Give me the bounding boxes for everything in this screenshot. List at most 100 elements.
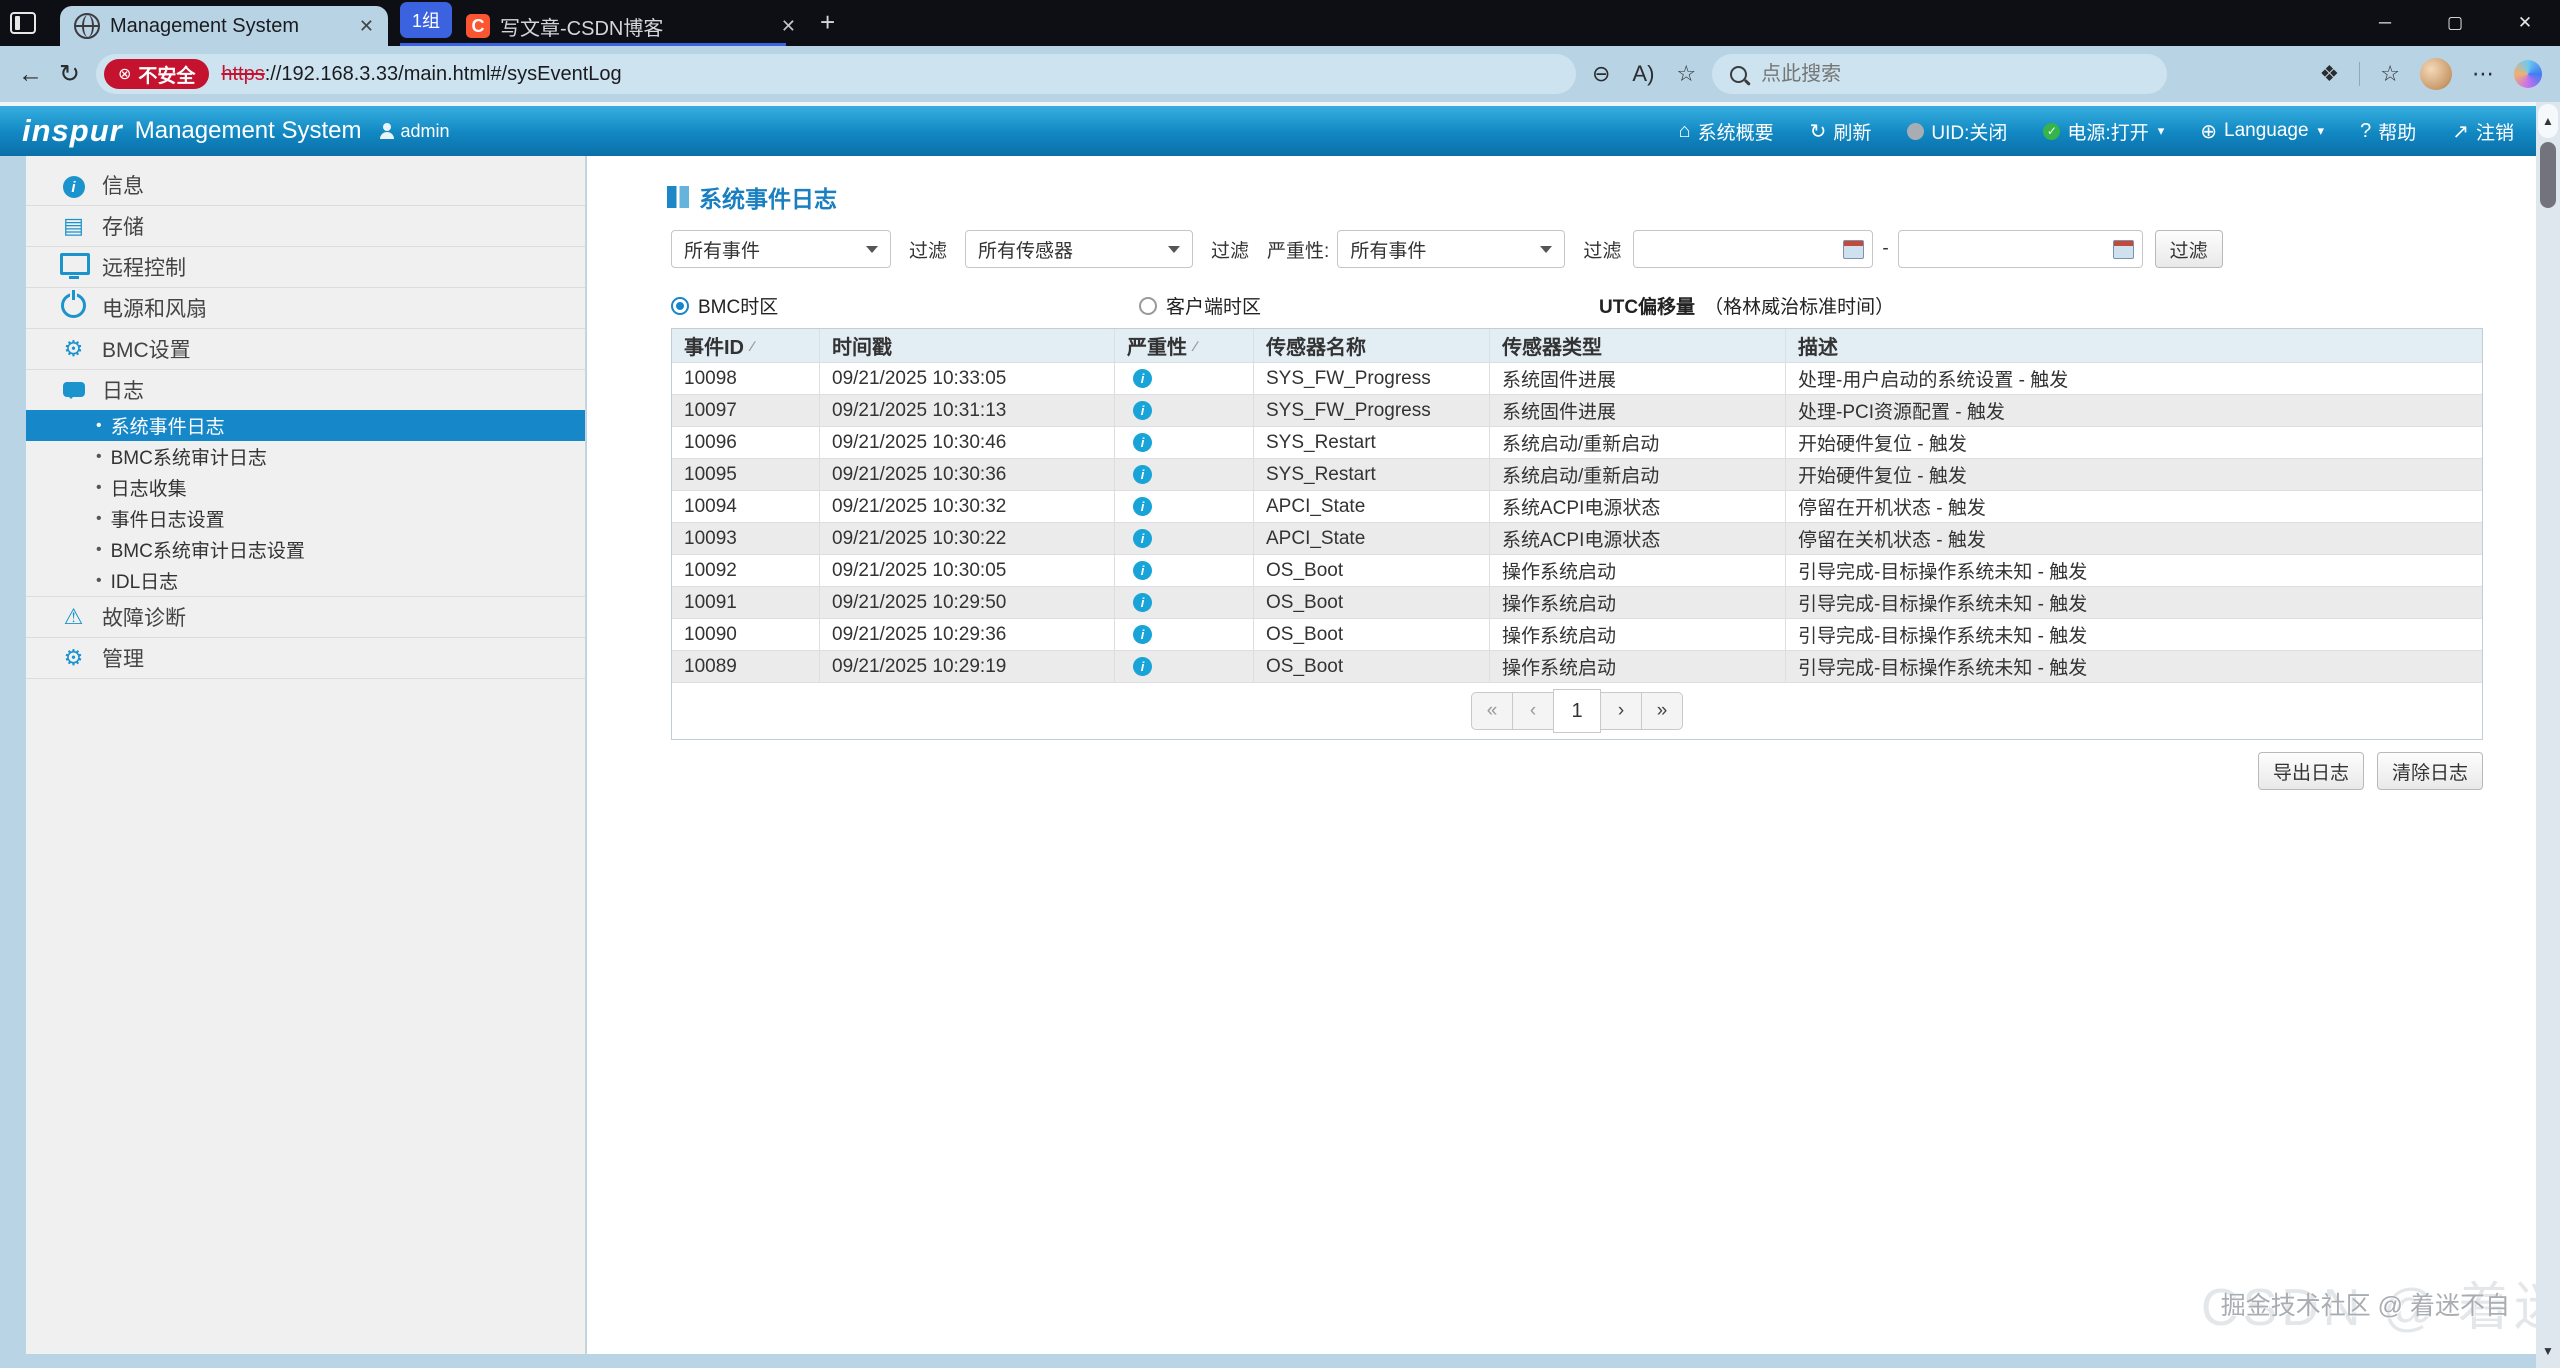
nav-language[interactable]: ⊕ Language ▾ bbox=[2200, 119, 2324, 144]
favorites-hub-icon[interactable]: ☆ bbox=[2380, 61, 2400, 87]
sidebar-subitem-label: 系统事件日志 bbox=[111, 412, 225, 439]
clear-log-button[interactable]: 清除日志 bbox=[2377, 752, 2483, 790]
table-row[interactable]: 10093 09/21/2025 10:30:22 i APCI_State 系… bbox=[672, 522, 2482, 554]
date-to-input[interactable] bbox=[1898, 230, 2143, 268]
column-header-severity[interactable]: 严重性∕ bbox=[1115, 329, 1254, 362]
calendar-icon[interactable] bbox=[2113, 240, 2134, 259]
event-type-select[interactable]: 所有事件 bbox=[671, 230, 891, 268]
address-bar[interactable]: ⊗ 不安全 https://192.168.3.33/main.html#/sy… bbox=[96, 54, 1576, 94]
cell-sensor-type: 系统固件进展 bbox=[1490, 394, 1786, 426]
search-box[interactable] bbox=[1712, 54, 2167, 94]
column-header-event-id[interactable]: 事件ID∕ bbox=[672, 329, 820, 362]
extensions-icon[interactable]: ❖ bbox=[2320, 61, 2340, 87]
nav-system-overview[interactable]: ⌂ 系统概要 bbox=[1679, 118, 1774, 145]
table-row[interactable]: 10096 09/21/2025 10:30:46 i SYS_Restart … bbox=[672, 426, 2482, 458]
nav-logout[interactable]: ↗ 注销 bbox=[2452, 118, 2514, 145]
watermark-back-text: CSDN @ 着迷 bbox=[2201, 1265, 2536, 1340]
tab-group-chip[interactable]: 1组 bbox=[400, 2, 452, 38]
column-header-timestamp[interactable]: 时间戳 bbox=[820, 329, 1115, 362]
sidebar-item-bmc-audit-log-settings[interactable]: • BMC系统审计日志设置 bbox=[26, 534, 585, 565]
date-to-field[interactable] bbox=[1907, 238, 2113, 261]
refresh-icon[interactable]: ↻ bbox=[59, 59, 80, 89]
close-tab-icon[interactable]: ✕ bbox=[781, 16, 796, 37]
current-page-button[interactable]: 1 bbox=[1553, 689, 1601, 733]
table-row[interactable]: 10089 09/21/2025 10:29:19 i OS_Boot 操作系统… bbox=[672, 650, 2482, 682]
maximize-button[interactable]: ▢ bbox=[2420, 0, 2490, 46]
date-from-field[interactable] bbox=[1642, 238, 1843, 261]
profile-avatar[interactable] bbox=[2420, 58, 2452, 90]
cell-timestamp: 09/21/2025 10:30:05 bbox=[820, 554, 1115, 586]
sensor-select[interactable]: 所有传感器 bbox=[965, 230, 1193, 268]
nav-refresh[interactable]: ↻ 刷新 bbox=[1810, 118, 1872, 145]
security-badge-label: 不安全 bbox=[138, 61, 195, 88]
minimize-button[interactable]: ─ bbox=[2350, 0, 2420, 46]
scrollbar-thumb[interactable] bbox=[2540, 142, 2556, 208]
close-window-button[interactable]: ✕ bbox=[2490, 0, 2560, 46]
last-page-button[interactable]: » bbox=[1641, 692, 1683, 730]
sort-icon[interactable]: ∕ bbox=[1194, 338, 1196, 354]
new-tab-button[interactable]: + bbox=[820, 7, 835, 38]
severity-select[interactable]: 所有事件 bbox=[1337, 230, 1565, 268]
bmc-timezone-radio[interactable]: BMC时区 bbox=[671, 292, 778, 319]
sidebar-item-idl-log[interactable]: • IDL日志 bbox=[26, 565, 585, 596]
column-header-description[interactable]: 描述 bbox=[1786, 329, 2482, 362]
sidebar-item-log-collection[interactable]: • 日志收集 bbox=[26, 472, 585, 503]
sidebar-item-storage[interactable]: ▤ 存储 bbox=[26, 206, 585, 247]
zoom-out-icon[interactable]: ⊖ bbox=[1592, 61, 1610, 87]
nav-power[interactable]: ✓ 电源:打开 ▾ bbox=[2043, 118, 2164, 145]
table-row[interactable]: 10092 09/21/2025 10:30:05 i OS_Boot 操作系统… bbox=[672, 554, 2482, 586]
security-badge[interactable]: ⊗ 不安全 bbox=[104, 59, 209, 89]
table-row[interactable]: 10090 09/21/2025 10:29:36 i OS_Boot 操作系统… bbox=[672, 618, 2482, 650]
sort-icon[interactable]: ∕ bbox=[751, 338, 753, 354]
radio-checked-icon[interactable] bbox=[671, 297, 689, 315]
table-row[interactable]: 10091 09/21/2025 10:29:50 i OS_Boot 操作系统… bbox=[672, 586, 2482, 618]
tab-management-system[interactable]: Management System ✕ bbox=[60, 6, 388, 46]
first-page-button[interactable]: « bbox=[1471, 692, 1513, 730]
sidebar-item-system-event-log[interactable]: • 系统事件日志 bbox=[26, 410, 585, 441]
filter-button[interactable]: 过滤 bbox=[2155, 230, 2223, 268]
copilot-icon[interactable] bbox=[2514, 60, 2542, 88]
bullet-icon: • bbox=[96, 417, 102, 435]
nav-help[interactable]: ? 帮助 bbox=[2360, 118, 2416, 145]
scroll-down-icon[interactable]: ▼ bbox=[2538, 1338, 2558, 1364]
date-from-input[interactable] bbox=[1633, 230, 1873, 268]
search-input[interactable] bbox=[1759, 62, 2103, 87]
scroll-up-icon[interactable]: ▲ bbox=[2538, 104, 2558, 138]
next-page-button[interactable]: › bbox=[1600, 692, 1642, 730]
table-row[interactable]: 10095 09/21/2025 10:30:36 i SYS_Restart … bbox=[672, 458, 2482, 490]
sidebar-item-info[interactable]: i 信息 bbox=[26, 165, 585, 206]
select-value: 所有传感器 bbox=[978, 236, 1073, 263]
sidebar-item-label: 信息 bbox=[102, 170, 144, 200]
column-header-sensor-name[interactable]: 传感器名称 bbox=[1254, 329, 1490, 362]
select-value: 所有事件 bbox=[1350, 236, 1426, 263]
back-icon[interactable]: ← bbox=[18, 60, 43, 89]
sidebar-item-logs[interactable]: 日志 bbox=[26, 370, 585, 410]
sidebar-item-power-fan[interactable]: 电源和风扇 bbox=[26, 288, 585, 329]
close-tab-icon[interactable]: ✕ bbox=[359, 16, 374, 37]
export-log-button[interactable]: 导出日志 bbox=[2258, 752, 2364, 790]
table-row[interactable]: 10097 09/21/2025 10:31:13 i SYS_FW_Progr… bbox=[672, 394, 2482, 426]
radio-unchecked-icon[interactable] bbox=[1139, 297, 1157, 315]
sidebar-item-management[interactable]: ⚙ 管理 bbox=[26, 638, 585, 679]
current-user[interactable]: admin bbox=[380, 121, 450, 142]
table-row[interactable]: 10094 09/21/2025 10:30:32 i APCI_State 系… bbox=[672, 490, 2482, 522]
favorite-star-icon[interactable]: ☆ bbox=[1676, 61, 1696, 87]
sidebar-item-event-log-settings[interactable]: • 事件日志设置 bbox=[26, 503, 585, 534]
prev-page-button[interactable]: ‹ bbox=[1512, 692, 1554, 730]
calendar-icon[interactable] bbox=[1843, 240, 1864, 259]
table-row[interactable]: 10098 09/21/2025 10:33:05 i SYS_FW_Progr… bbox=[672, 362, 2482, 394]
sidebar-item-bmc-audit-log[interactable]: • BMC系统审计日志 bbox=[26, 441, 585, 472]
column-header-sensor-type[interactable]: 传感器类型 bbox=[1490, 329, 1786, 362]
tab-actions-icon[interactable] bbox=[0, 0, 46, 46]
read-aloud-icon[interactable]: A) bbox=[1632, 61, 1654, 87]
cell-description: 处理-用户启动的系统设置 - 触发 bbox=[1786, 362, 2482, 394]
page-scrollbar[interactable]: ▲ ▼ bbox=[2536, 102, 2560, 1368]
sidebar-item-remote-control[interactable]: 远程控制 bbox=[26, 247, 585, 288]
more-menu-icon[interactable]: ⋯ bbox=[2472, 61, 2494, 87]
bubble-glyph bbox=[63, 382, 85, 397]
nav-uid[interactable]: UID:关闭 bbox=[1907, 118, 2007, 145]
client-timezone-radio[interactable]: 客户端时区 bbox=[1139, 292, 1261, 319]
sidebar-item-fault-diagnosis[interactable]: ⚠ 故障诊断 bbox=[26, 597, 585, 638]
sidebar-item-bmc-settings[interactable]: ⚙ BMC设置 bbox=[26, 329, 585, 370]
tab-csdn[interactable]: C 写文章-CSDN博客 ✕ bbox=[452, 6, 810, 46]
